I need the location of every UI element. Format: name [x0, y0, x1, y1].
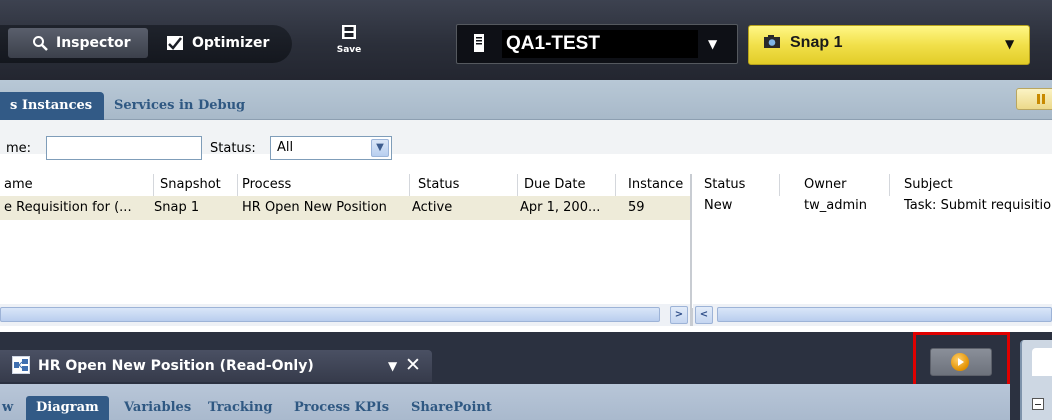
tab-overview[interactable]: w: [2, 396, 13, 420]
scroll-right-icon[interactable]: >: [670, 306, 688, 324]
column-header-snapshot[interactable]: Snapshot: [154, 174, 238, 196]
tab-process-instances[interactable]: s Instances: [0, 92, 104, 120]
column-header-status[interactable]: Status: [410, 174, 518, 196]
tab-tracking[interactable]: Tracking: [208, 396, 272, 420]
scrollbar-thumb[interactable]: [0, 307, 660, 322]
column-header-task-status[interactable]: Status: [692, 174, 780, 196]
server-name[interactable]: QA1-TEST: [502, 30, 698, 58]
checked-chart-icon: [167, 36, 183, 50]
instances-table: ame Snapshot Process Status Due Date Ins…: [0, 174, 692, 308]
cell-subject[interactable]: Task: Submit requisition: [890, 196, 1052, 220]
chevron-down-icon[interactable]: ▼: [388, 359, 397, 373]
column-chooser-icon[interactable]: [1016, 88, 1052, 110]
column-header-subject[interactable]: Subject: [890, 174, 1052, 196]
tasks-table: Status Owner Subject New tw_admin Task: …: [692, 174, 1052, 308]
optimizer-label: Optimizer: [192, 35, 270, 51]
tasks-horizontal-scrollbar[interactable]: <: [693, 304, 1052, 326]
optimizer-mode-button[interactable]: Optimizer: [166, 28, 286, 58]
name-filter-input[interactable]: [46, 136, 202, 160]
side-panel-tab[interactable]: [1032, 348, 1052, 376]
server-icon: [474, 34, 484, 52]
scrollbar-thumb[interactable]: [717, 307, 1052, 322]
cell-status: Active: [412, 200, 453, 215]
name-filter-label: me:: [6, 141, 32, 156]
process-panel: HR Open New Position (Read-Only) ▼ ✕ w D…: [0, 332, 1052, 420]
status-filter-label: Status:: [210, 141, 256, 156]
tab-process-kpis[interactable]: Process KPIs: [294, 396, 389, 420]
chevron-down-icon[interactable]: ▼: [1005, 37, 1014, 51]
status-filter-value: All: [277, 140, 294, 155]
inspector-mode-button[interactable]: Inspector: [8, 28, 148, 58]
column-header-instance[interactable]: Instance: [616, 174, 692, 196]
panel-tab-bar: s Instances Services in Debug: [0, 80, 1052, 120]
cell-process: HR Open New Position: [242, 200, 387, 215]
cell-owner[interactable]: tw_admin: [780, 196, 890, 220]
save-icon: [342, 25, 356, 39]
chevron-down-icon[interactable]: ▼: [371, 139, 389, 157]
cell-instance: 59: [628, 200, 645, 215]
status-filter-select[interactable]: All ▼: [270, 136, 392, 160]
snapshot-label[interactable]: Snap 1: [790, 29, 842, 57]
tab-sharepoint[interactable]: SharePoint: [411, 396, 492, 420]
top-toolbar: Inspector Optimizer Save QA1-TEST ▼ Snap…: [0, 0, 1052, 80]
search-icon: [33, 36, 48, 51]
play-icon: [951, 353, 969, 371]
chevron-down-icon[interactable]: ▼: [708, 37, 717, 51]
run-button[interactable]: [930, 348, 992, 376]
collapse-icon[interactable]: [1032, 398, 1044, 410]
process-title: HR Open New Position (Read-Only): [38, 358, 314, 374]
column-header-due-date[interactable]: Due Date: [518, 174, 616, 196]
tab-diagram[interactable]: Diagram: [26, 396, 109, 420]
column-header-owner[interactable]: Owner: [780, 174, 890, 196]
side-panel: [1020, 340, 1052, 420]
tab-variables[interactable]: Variables: [124, 396, 191, 420]
scroll-left-icon[interactable]: <: [695, 306, 713, 324]
instances-horizontal-scrollbar[interactable]: >: [0, 304, 690, 326]
camera-icon: [764, 35, 780, 48]
close-icon[interactable]: ✕: [405, 354, 421, 376]
inspector-label: Inspector: [56, 35, 131, 51]
cell-name: e Requisition for (...: [4, 200, 132, 215]
column-header-name[interactable]: ame: [0, 174, 154, 196]
cell-snapshot: Snap 1: [154, 200, 200, 215]
save-button[interactable]: Save: [327, 24, 371, 64]
column-header-process[interactable]: Process: [238, 174, 410, 196]
process-icon: [12, 356, 30, 374]
tab-services-in-debug[interactable]: Services in Debug: [114, 92, 245, 120]
save-label: Save: [336, 45, 362, 55]
cell-task-status[interactable]: New: [692, 196, 780, 220]
cell-due-date: Apr 1, 200...: [520, 200, 601, 215]
